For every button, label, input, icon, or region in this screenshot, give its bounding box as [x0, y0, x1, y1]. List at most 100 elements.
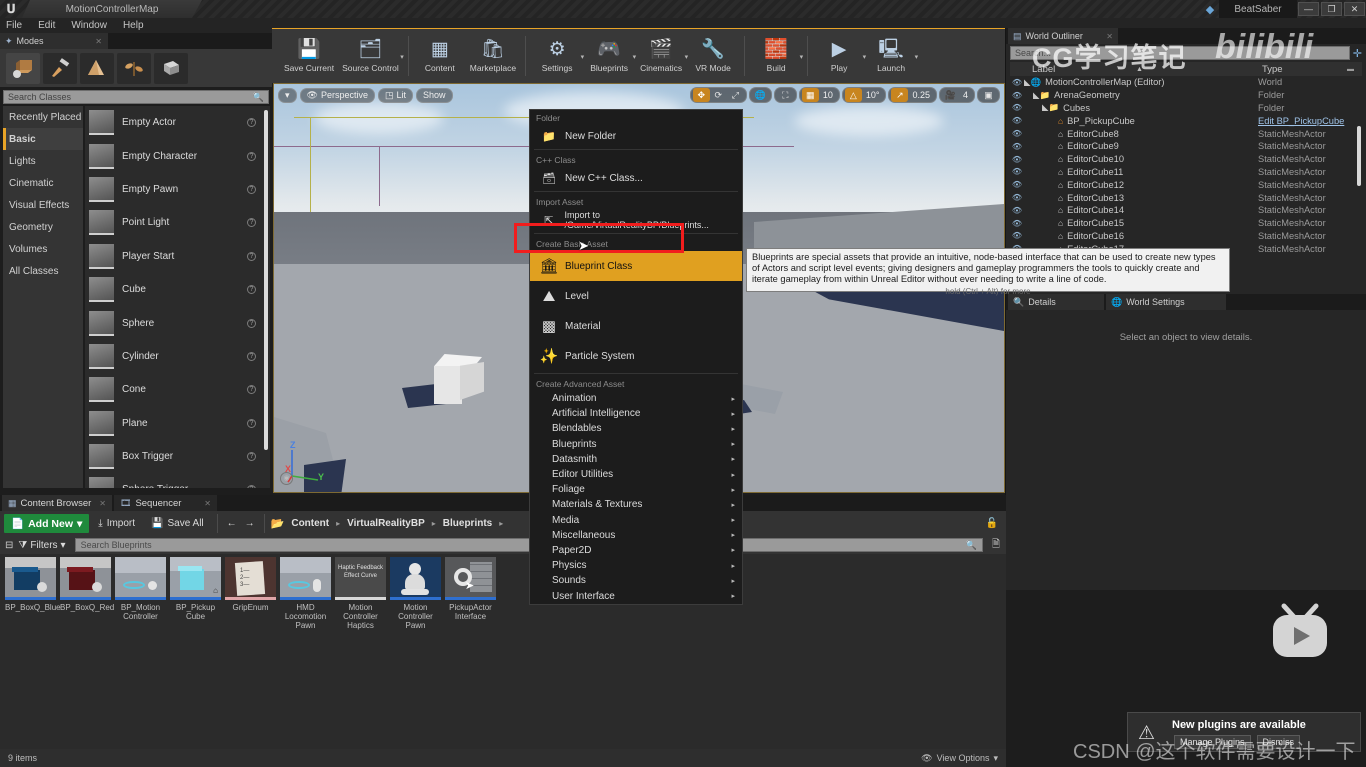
help-icon[interactable]: ?	[247, 418, 256, 428]
menu-item-material[interactable]: ▩ Material	[530, 311, 742, 341]
outliner-scrollbar[interactable]	[1357, 126, 1361, 186]
paint-mode-icon[interactable]	[43, 52, 77, 84]
help-icon[interactable]: ?	[247, 452, 256, 462]
category-recently-placed[interactable]: Recently Placed	[3, 106, 83, 128]
save-all-button[interactable]: 💾 Save All	[144, 514, 211, 533]
scale-snap-value[interactable]: 0.25	[908, 90, 934, 100]
menu-item-particle-system[interactable]: ✨ Particle System	[530, 341, 742, 371]
marketplace-button[interactable]: 🛍 Marketplace	[466, 31, 520, 81]
table-row[interactable]: 👁 ◣🌐 MotionControllerMap (Editor) World	[1010, 76, 1362, 89]
placeable-class-list[interactable]: Empty Actor ? Empty Character ? Empty Pa…	[85, 106, 270, 488]
class-list-scrollbar[interactable]	[264, 110, 268, 450]
rotation-snap-value[interactable]: 10°	[862, 90, 884, 100]
lock-icon[interactable]: 🔓	[986, 518, 998, 529]
launch-button[interactable]: 🖳 Launch ▾	[865, 31, 919, 81]
menu-item-sounds[interactable]: Sounds ▸	[530, 573, 742, 588]
import-button[interactable]: ⤓ Import	[91, 514, 142, 533]
settings-button[interactable]: ⚙ Settings ▾	[531, 31, 584, 81]
tab-sequencer[interactable]: 🎞 Sequencer ✕	[114, 495, 217, 511]
world-space-icon[interactable]: 🌐	[752, 88, 769, 102]
help-icon[interactable]: ?	[247, 218, 256, 228]
filters-button[interactable]: ⧩ Filters ▾	[18, 540, 65, 551]
translate-tool-icon[interactable]: ✥	[692, 88, 710, 102]
cinematics-button[interactable]: 🎬 Cinematics ▾	[635, 31, 688, 81]
breadcrumb-content[interactable]: Content	[288, 518, 332, 529]
menu-item-blueprints[interactable]: Blueprints ▸	[530, 437, 742, 452]
tab-content-browser[interactable]: ▦ Content Browser ✕	[2, 495, 112, 511]
list-item[interactable]: Point Light ?	[85, 206, 270, 239]
grid-snap-icon[interactable]: ▦	[801, 88, 819, 102]
table-row[interactable]: 👁 ⌂ EditorCube16 StaticMeshActor	[1010, 230, 1362, 243]
table-row[interactable]: 👁 ⌂ EditorCube13 StaticMeshActor	[1010, 191, 1362, 204]
content-browser-context-menu[interactable]: Folder 📁 New Folder C++ Class 🗃 New C++ …	[529, 109, 743, 605]
sources-panel-icon[interactable]: ⊟	[5, 540, 13, 551]
menu-edit[interactable]: Edit	[38, 20, 55, 31]
visibility-eye-icon[interactable]: 👁	[1010, 103, 1024, 112]
visibility-eye-icon[interactable]: 👁	[1010, 206, 1024, 215]
place-mode-icon[interactable]	[6, 52, 40, 84]
add-item-icon[interactable]: ✛	[1353, 47, 1362, 60]
visibility-eye-icon[interactable]: 👁	[1010, 129, 1024, 138]
save-search-icon[interactable]: 🗎	[992, 537, 1000, 554]
table-row[interactable]: 👁 ◣📁 ArenaGeometry Folder	[1010, 89, 1362, 102]
category-cinematic[interactable]: Cinematic	[3, 172, 83, 194]
grid-snap-value[interactable]: 10	[819, 90, 837, 100]
view-mode-button[interactable]: ◳ Lit	[378, 87, 414, 103]
asset-tile[interactable]: ➤ PickupActor Interface	[445, 557, 496, 737]
help-icon[interactable]: ?	[247, 318, 256, 328]
help-icon[interactable]: ?	[247, 285, 256, 295]
menu-item-blueprint-class[interactable]: 🏛 Blueprint Class	[530, 251, 742, 281]
category-lights[interactable]: Lights	[3, 150, 83, 172]
close-icon[interactable]: ✕	[204, 499, 211, 508]
content-view-options-button[interactable]: 👁 View Options ▾	[921, 753, 998, 764]
category-geometry[interactable]: Geometry	[3, 216, 83, 238]
project-tab[interactable]: MotionControllerMap	[22, 0, 202, 18]
visibility-eye-icon[interactable]: 👁	[1010, 167, 1024, 176]
table-row[interactable]: 👁 ⌂ EditorCube15 StaticMeshActor	[1010, 217, 1362, 230]
list-item[interactable]: Sphere ?	[85, 306, 270, 339]
menu-item-blendables[interactable]: Blendables ▸	[530, 421, 742, 436]
table-row[interactable]: 👁 ⌂ EditorCube8 StaticMeshActor	[1010, 127, 1362, 140]
help-icon[interactable]: ?	[247, 118, 256, 128]
camera-icon[interactable]: 🎥	[942, 88, 959, 102]
table-row[interactable]: 👁 ⌂ BP_PickupCube Edit BP_PickupCube	[1010, 114, 1362, 127]
tab-modes[interactable]: ✦ Modes ✕	[0, 33, 108, 49]
category-basic[interactable]: Basic	[3, 128, 83, 150]
list-item[interactable]: Empty Pawn ?	[85, 173, 270, 206]
table-row[interactable]: 👁 ⌂ EditorCube9 StaticMeshActor	[1010, 140, 1362, 153]
menu-window[interactable]: Window	[71, 20, 107, 31]
maximize-viewport-icon[interactable]: ▣	[980, 88, 997, 102]
maximize-button[interactable]: ❐	[1321, 2, 1342, 16]
white-cube-actor[interactable]	[426, 354, 490, 404]
table-row[interactable]: 👁 ⌂ EditorCube12 StaticMeshActor	[1010, 178, 1362, 191]
add-new-button[interactable]: 📄 Add New ▾	[4, 514, 90, 533]
chevron-down-icon[interactable]: ▾	[915, 53, 919, 61]
source-control-button[interactable]: 🗂 Source Control ▾	[338, 31, 404, 81]
list-item[interactable]: Empty Actor ?	[85, 106, 270, 139]
chevron-down-icon[interactable]: ▾	[800, 53, 804, 61]
show-flags-button[interactable]: Show	[416, 87, 453, 103]
menu-item-paper2d[interactable]: Paper2D ▸	[530, 543, 742, 558]
visibility-eye-icon[interactable]: 👁	[1010, 219, 1024, 228]
list-item[interactable]: Sphere Trigger ?	[85, 473, 270, 488]
help-icon[interactable]: ?	[247, 151, 256, 161]
menu-item-physics[interactable]: Physics ▸	[530, 558, 742, 573]
landscape-mode-icon[interactable]	[80, 52, 114, 84]
menu-item-media[interactable]: Media ▸	[530, 513, 742, 528]
menu-item-miscellaneous[interactable]: Miscellaneous ▸	[530, 528, 742, 543]
scale-tool-icon[interactable]: ⤢	[727, 88, 744, 102]
table-row[interactable]: 👁 ⌂ EditorCube10 StaticMeshActor	[1010, 153, 1362, 166]
asset-tile[interactable]: BP_BoxQ_Red	[60, 557, 114, 737]
save-current-button[interactable]: 💾 Save Current	[280, 31, 338, 81]
list-item[interactable]: Empty Character ?	[85, 139, 270, 172]
foliage-mode-icon[interactable]	[117, 52, 151, 84]
asset-tile[interactable]: 1— 2— 3— GripEnum	[225, 557, 276, 737]
category-volumes[interactable]: Volumes	[3, 238, 83, 260]
visibility-eye-icon[interactable]: 👁	[1010, 231, 1024, 240]
rotate-tool-icon[interactable]: ⟳	[710, 88, 727, 102]
list-item[interactable]: Plane ?	[85, 407, 270, 440]
scale-snap-icon[interactable]: ↗	[891, 88, 909, 102]
play-button[interactable]: ▶ Play ▾	[813, 31, 866, 81]
beatsaber-tab[interactable]: BeatSaber	[1219, 0, 1297, 18]
asset-tile[interactable]: Motion Controller Pawn	[390, 557, 441, 737]
